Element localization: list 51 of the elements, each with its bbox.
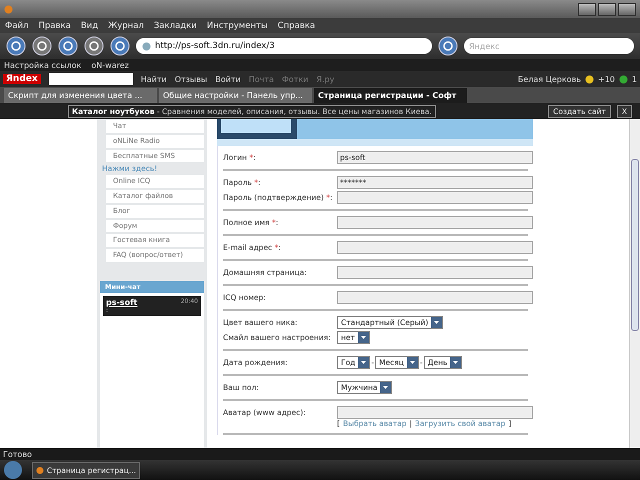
caret-icon (358, 357, 370, 368)
chat-user[interactable]: ps-soft (106, 298, 181, 307)
yandex-logo: Яndex (3, 74, 41, 84)
browser-logo-icon (36, 466, 44, 474)
input-field[interactable] (337, 191, 533, 204)
yandex-search-field[interactable] (48, 73, 133, 85)
browser-logo-icon (4, 4, 13, 14)
input-field[interactable] (337, 406, 533, 419)
input-field[interactable] (337, 216, 533, 229)
go-button[interactable] (438, 36, 458, 56)
caret-icon (450, 357, 462, 368)
close-button[interactable] (618, 2, 636, 16)
reload-button[interactable] (58, 36, 78, 56)
toolbar-link[interactable]: Войти (215, 74, 241, 84)
scrollbar[interactable] (629, 119, 640, 448)
input-field[interactable] (337, 266, 533, 279)
maximize-button[interactable] (598, 2, 616, 16)
caret-icon (358, 332, 369, 343)
url-text: http://ps-soft.3dn.ru/index/3 (155, 41, 275, 51)
status-icon (618, 74, 628, 84)
count-text: 1 (632, 74, 637, 84)
bookmark[interactable]: Настройка ссылок (4, 60, 82, 70)
status-text: Готово (0, 448, 640, 460)
input-field[interactable] (337, 291, 533, 304)
menu-item[interactable]: Журнал (108, 20, 144, 30)
find-button[interactable]: Найти (140, 74, 167, 84)
browser-tab[interactable]: Общие настройки - Панель упр... (159, 88, 312, 103)
minimize-button[interactable] (578, 2, 596, 16)
back-button[interactable] (6, 36, 26, 56)
address-field[interactable]: http://ps-soft.3dn.ru/index/3 (136, 38, 432, 54)
input-field[interactable] (337, 241, 533, 254)
score-text: +10 (598, 74, 615, 84)
menu-item[interactable]: Файл (5, 20, 28, 30)
forward-button[interactable] (32, 36, 52, 56)
menu-item[interactable]: Закладки (154, 20, 197, 30)
menu-item[interactable]: Правка (38, 20, 71, 30)
bookmark[interactable]: oN-warez (91, 60, 129, 70)
menu-item[interactable]: Вид (80, 20, 98, 30)
home-button[interactable] (110, 36, 130, 56)
coin-icon (585, 74, 594, 84)
browser-tab[interactable]: Скрипт для изменения цвета ... (4, 88, 157, 103)
caret-icon (431, 317, 442, 328)
toolbar-link[interactable]: Отзывы (174, 74, 208, 84)
stop-button[interactable] (84, 36, 104, 56)
search-placeholder: Яндекс (469, 42, 500, 50)
menu-item[interactable]: Инструменты (206, 20, 268, 30)
city-label: Белая Церковь (518, 74, 582, 84)
caret-icon (380, 382, 392, 393)
menu-item[interactable]: Справка (278, 20, 316, 30)
caret-icon (406, 357, 418, 368)
browser-tab[interactable]: Страница регистрации - Софт (314, 88, 467, 103)
